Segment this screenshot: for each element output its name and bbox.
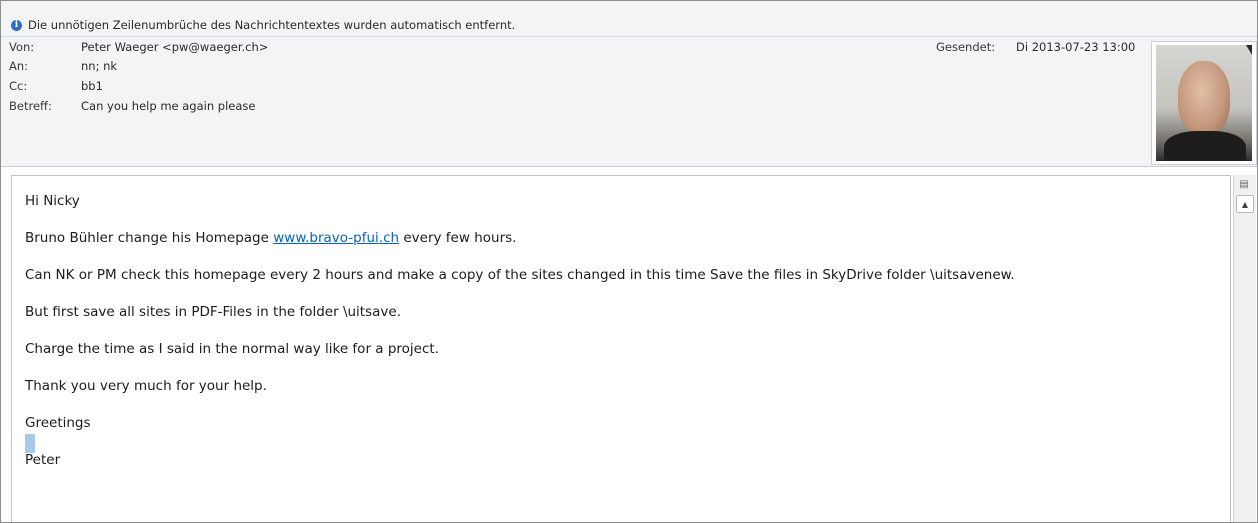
line1-before: Bruno Bühler change his Homepage <box>25 230 274 246</box>
corner-marker-icon <box>1246 45 1252 55</box>
split-handle-icon[interactable]: ▤ <box>1236 177 1252 191</box>
body-line-4: Charge the time as I said in the normal … <box>25 341 439 357</box>
from-value[interactable]: Peter Waeger <pw@waeger.ch> <box>81 40 268 54</box>
from-label: Von: <box>9 40 35 54</box>
email-header: i Die unnötigen Zeilenumbrüche des Nachr… <box>1 1 1257 167</box>
info-bar-text: Die unnötigen Zeilenumbrüche des Nachric… <box>28 18 516 32</box>
body-line-1: Bruno Bühler change his Homepage www.bra… <box>25 229 1015 266</box>
sent-value: Di 2013-07-23 13:00 <box>1016 40 1136 54</box>
email-reading-pane: i Die unnötigen Zeilenumbrüche des Nachr… <box>0 0 1258 523</box>
message-body[interactable]: Hi Nicky Bruno Bühler change his Homepag… <box>11 175 1231 522</box>
signature-line: Peter <box>25 452 61 468</box>
message-text: Hi Nicky Bruno Bühler change his Homepag… <box>25 192 1015 488</box>
sent-row: Gesendet: Di 2013-07-23 13:00 <box>936 39 1135 55</box>
body-line-3: But first save all sites in PDF-Files in… <box>25 304 401 320</box>
subject-label: Betreff: <box>9 99 52 113</box>
body-line-5: Thank you very much for your help. <box>25 378 267 394</box>
info-bar-divider <box>1 36 1257 37</box>
scroll-up-button[interactable]: ▲ <box>1236 195 1254 213</box>
to-value[interactable]: nn; nk <box>81 59 117 73</box>
to-label: An: <box>9 59 29 73</box>
vertical-scrollbar[interactable]: ▤ ▲ <box>1233 175 1256 522</box>
avatar-face <box>1178 61 1230 135</box>
body-line-2: Can NK or PM check this homepage every 2… <box>25 267 1015 283</box>
avatar-shoulders <box>1164 131 1246 161</box>
cc-row: Cc: bb1 <box>9 78 103 94</box>
cc-value[interactable]: bb1 <box>81 79 103 93</box>
to-row: An: nn; nk <box>9 58 117 74</box>
sent-label: Gesendet: <box>936 40 996 54</box>
greeting-line: Hi Nicky <box>25 193 80 209</box>
info-icon: i <box>11 19 22 31</box>
sender-photo-frame[interactable] <box>1151 41 1257 165</box>
subject-value: Can you help me again please <box>81 99 256 113</box>
text-selection-cursor <box>25 434 35 453</box>
line1-after: every few hours. <box>399 230 517 246</box>
from-row: Von: Peter Waeger <pw@waeger.ch> <box>9 39 268 55</box>
info-bar[interactable]: i Die unnötigen Zeilenumbrüche des Nachr… <box>11 17 515 33</box>
avatar <box>1156 45 1252 161</box>
cc-label: Cc: <box>9 79 28 93</box>
homepage-link[interactable]: www.bravo-pfui.ch <box>273 230 399 246</box>
subject-row: Betreff: Can you help me again please <box>9 98 255 114</box>
closing-line: Greetings <box>25 415 91 431</box>
